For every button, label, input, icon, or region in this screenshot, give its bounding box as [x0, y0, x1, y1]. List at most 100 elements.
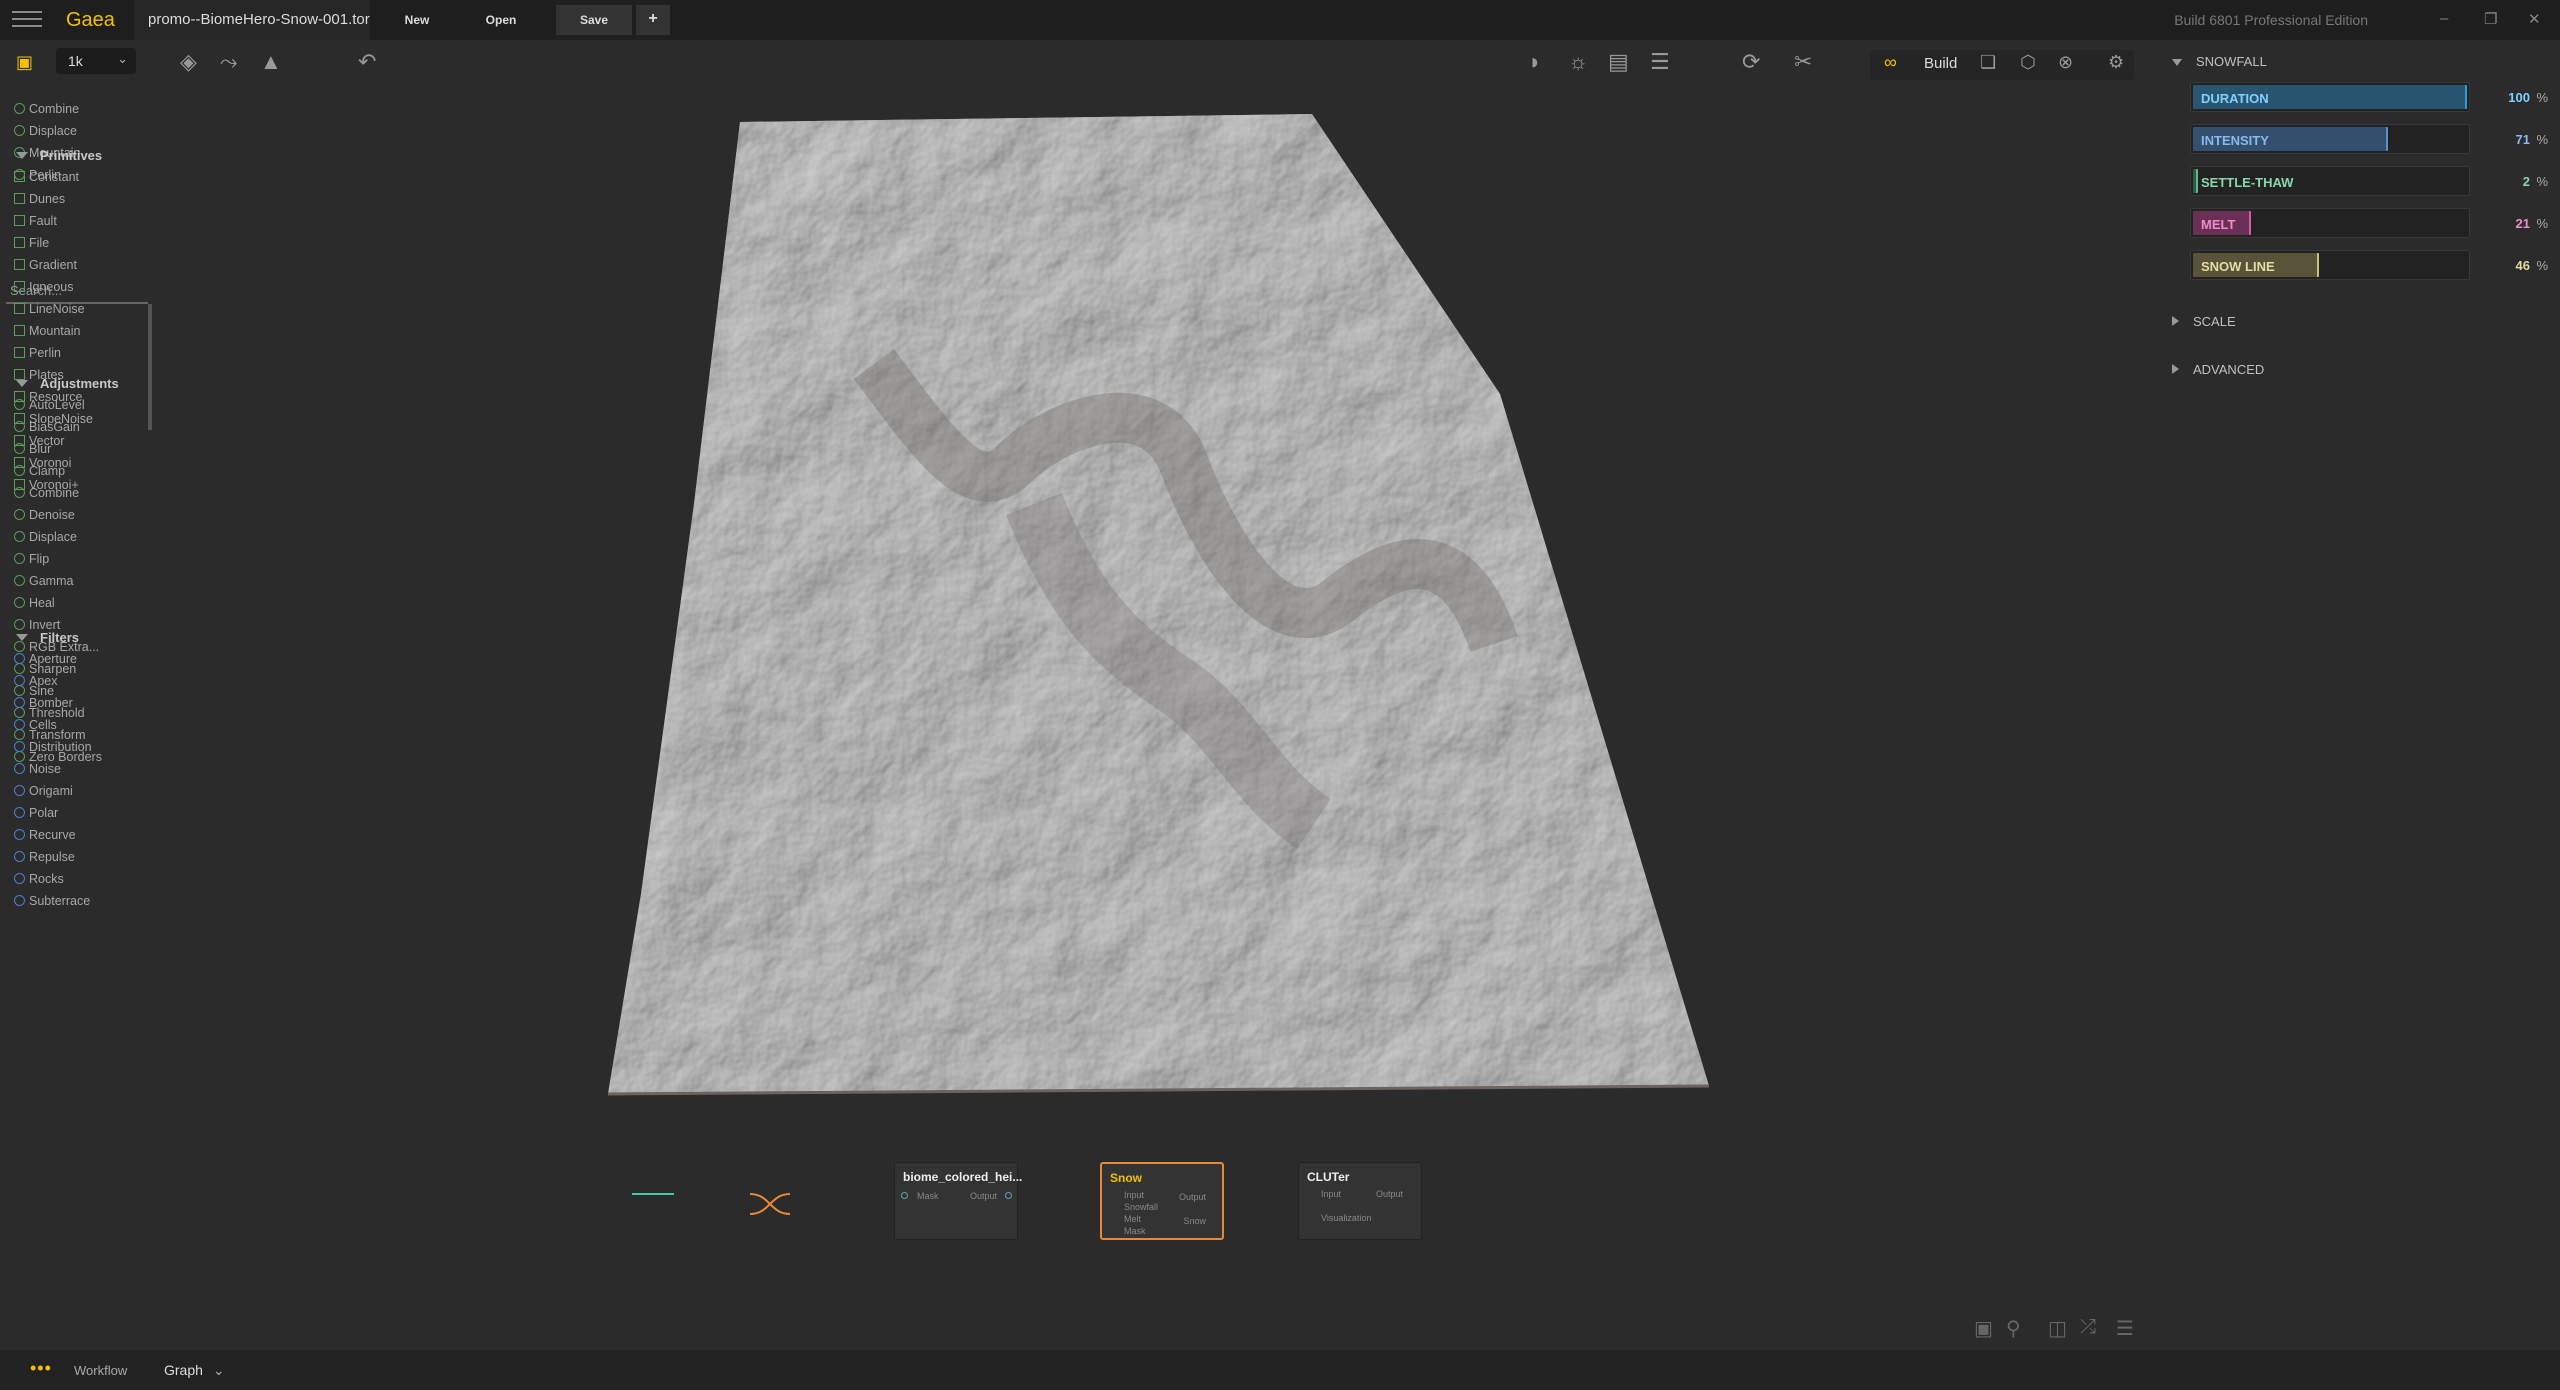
- 3d-viewport[interactable]: [154, 84, 2160, 1350]
- close-icon[interactable]: ✕: [2528, 10, 2541, 28]
- graph-tab[interactable]: Graph ⌄: [164, 1362, 225, 1379]
- file-tab[interactable]: promo--BiomeHero-Snow-001.tor: [134, 0, 370, 40]
- port-dot[interactable]: [901, 1192, 908, 1199]
- menu-icon[interactable]: [12, 11, 42, 29]
- save-button[interactable]: Save: [556, 5, 632, 35]
- transform-icon[interactable]: ◈: [180, 40, 197, 84]
- library-item[interactable]: Perlin: [14, 346, 61, 360]
- library-item[interactable]: Combine: [14, 486, 79, 500]
- node-icon: [14, 171, 25, 182]
- recent-item[interactable]: Combine: [14, 102, 79, 116]
- library-item[interactable]: Rocks: [14, 872, 64, 886]
- node-icon: [14, 785, 25, 796]
- slider-melt[interactable]: MELT: [2190, 208, 2470, 238]
- shuffle-icon[interactable]: ⤮: [2080, 1316, 2096, 1339]
- library-item[interactable]: BiasGain: [14, 420, 80, 434]
- section-header-adjustments[interactable]: Adjustments: [16, 376, 119, 391]
- library-item[interactable]: Mountain: [14, 324, 80, 338]
- library-item[interactable]: Polar: [14, 806, 58, 820]
- list-icon[interactable]: ☰: [2116, 1316, 2134, 1341]
- node-biome[interactable]: biome_colored_hei... Mask Output: [894, 1162, 1022, 1240]
- node-cluter[interactable]: CLUTer Input Visualization Output: [1298, 1162, 1422, 1240]
- section-header-filters[interactable]: Filters: [16, 630, 79, 645]
- scissors-icon[interactable]: ✂: [1794, 40, 1812, 84]
- library-item[interactable]: Aperture: [14, 652, 77, 666]
- library-item[interactable]: Fault: [14, 214, 57, 228]
- more-icon[interactable]: •••: [30, 1358, 52, 1379]
- slider-value[interactable]: 71: [2470, 132, 2530, 147]
- node-icon: [14, 697, 25, 708]
- resolution-select[interactable]: 1k ⌄: [56, 48, 136, 74]
- shading-icon[interactable]: ◑: [1526, 40, 1539, 84]
- cube-icon[interactable]: ⬡: [2020, 40, 2036, 84]
- slider-value[interactable]: 2: [2470, 174, 2530, 189]
- frame-icon[interactable]: ▣: [16, 40, 33, 84]
- library-item[interactable]: Displace: [14, 530, 77, 544]
- layers-icon[interactable]: ❏: [1980, 40, 1996, 84]
- new-button[interactable]: New: [388, 0, 446, 40]
- workflow-tab[interactable]: Workflow: [74, 1363, 127, 1378]
- minimize-icon[interactable]: –: [2440, 10, 2448, 27]
- library-item[interactable]: Repulse: [14, 850, 75, 864]
- library-item[interactable]: Distribution: [14, 740, 92, 754]
- port-dot[interactable]: [1005, 1192, 1012, 1199]
- library-item[interactable]: Dunes: [14, 192, 65, 206]
- library-item[interactable]: Clamp: [14, 464, 65, 478]
- cancel-icon[interactable]: ⊗: [2058, 40, 2073, 84]
- snowfall-section-header[interactable]: SNOWFALL: [2172, 54, 2267, 69]
- item-label: Bomber: [29, 696, 73, 710]
- library-item[interactable]: AutoLevel: [14, 398, 85, 412]
- library-item[interactable]: Recurve: [14, 828, 76, 842]
- build-icon[interactable]: ∞: [1884, 40, 1897, 84]
- library-item[interactable]: Constant: [14, 170, 79, 184]
- properties-panel: SNOWFALL DURATION 100% INTENSITY 71% SETTLE-…: [2160, 40, 2560, 1350]
- slider-snow-line[interactable]: SNOW LINE: [2190, 250, 2470, 280]
- library-item[interactable]: Gradient: [14, 258, 77, 272]
- node-icon: [14, 653, 25, 664]
- library-item[interactable]: Igneous: [14, 280, 73, 294]
- refresh-icon[interactable]: ⟳: [1742, 40, 1760, 84]
- scrollbar[interactable]: [148, 304, 152, 430]
- library-item[interactable]: Cells: [14, 718, 57, 732]
- slider-value[interactable]: 46: [2470, 258, 2530, 273]
- library-item[interactable]: Denoise: [14, 508, 75, 522]
- library-item[interactable]: LineNoise: [14, 302, 85, 316]
- undo-icon[interactable]: ↶: [358, 40, 376, 84]
- sun-icon[interactable]: ☼: [1568, 40, 1588, 84]
- zoom-icon[interactable]: ⚲: [2006, 1316, 2021, 1341]
- library-item[interactable]: Apex: [14, 674, 58, 688]
- section-header-primitives[interactable]: Primitives: [16, 148, 102, 163]
- library-item[interactable]: Noise: [14, 762, 61, 776]
- library-item[interactable]: Blur: [14, 442, 51, 456]
- recent-item[interactable]: Displace: [14, 124, 77, 138]
- frame-view-icon[interactable]: ▣: [1974, 1316, 1993, 1341]
- library-item[interactable]: Origami: [14, 784, 73, 798]
- node-snow[interactable]: Snow Input Snowfall Melt Mask Output Sno…: [1100, 1162, 1224, 1240]
- chart-icon[interactable]: ▤: [1608, 40, 1629, 84]
- slider-duration[interactable]: DURATION: [2190, 82, 2470, 112]
- library-item[interactable]: File: [14, 236, 49, 250]
- restore-icon[interactable]: ❐: [2484, 10, 2497, 28]
- library-item[interactable]: Bomber: [14, 696, 73, 710]
- library-item[interactable]: Flip: [14, 552, 49, 566]
- slider-settle-thaw[interactable]: SETTLE-THAW: [2190, 166, 2470, 196]
- port-label: Input: [1124, 1190, 1145, 1200]
- library-item[interactable]: Heal: [14, 596, 55, 610]
- library-item[interactable]: Subterrace: [14, 894, 90, 908]
- library-item[interactable]: Gamma: [14, 574, 73, 588]
- slider-value[interactable]: 100: [2470, 90, 2530, 105]
- trash-icon[interactable]: ◫: [2048, 1316, 2067, 1341]
- slider-intensity[interactable]: INTENSITY: [2190, 124, 2470, 154]
- mountain-icon[interactable]: ▲: [260, 40, 282, 84]
- sliders-icon[interactable]: ☰: [1650, 40, 1670, 84]
- open-button[interactable]: Open: [470, 0, 532, 40]
- slider-value[interactable]: 21: [2470, 216, 2530, 231]
- add-tab-button[interactable]: +: [636, 5, 670, 35]
- build-button[interactable]: Build: [1924, 55, 1957, 72]
- scale-section-header[interactable]: SCALE: [2172, 314, 2236, 329]
- path-icon[interactable]: ⤳: [220, 40, 238, 84]
- item-label: Dunes: [29, 192, 66, 206]
- port-label: Melt: [1124, 1214, 1142, 1224]
- gear-icon[interactable]: ⚙: [2108, 40, 2124, 84]
- advanced-section-header[interactable]: ADVANCED: [2172, 362, 2264, 377]
